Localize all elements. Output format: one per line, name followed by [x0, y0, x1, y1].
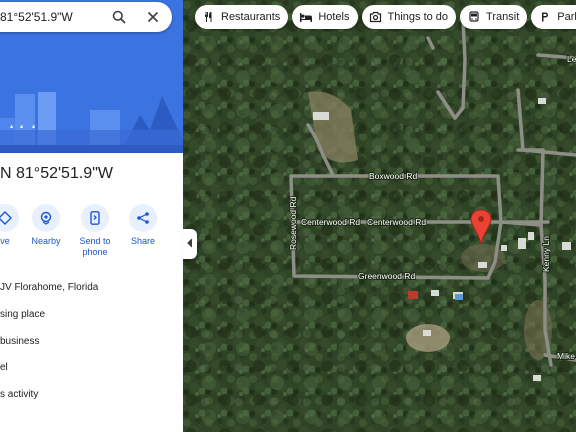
- satellite-map[interactable]: Boxwood Rd Centerwood Rd Centerwood Rd G…: [183, 0, 576, 432]
- action-label: ve: [0, 236, 10, 246]
- road-label-centerwood-west: Centerwood Rd: [301, 217, 360, 227]
- missing-place-row[interactable]: sing place: [0, 309, 45, 320]
- place-panel: 81°52'51.9"W N 81°52'51.9"W ve Nearby Se…: [0, 0, 183, 432]
- chip-label: Transit: [486, 11, 520, 23]
- road-label-rosewood: Rosewood Rd: [288, 196, 298, 250]
- chip-label: Parking: [557, 11, 576, 23]
- share-icon: [129, 204, 157, 232]
- search-box[interactable]: 81°52'51.9"W: [0, 2, 172, 32]
- share-button[interactable]: Share: [121, 204, 165, 247]
- chip-parking[interactable]: Parking: [531, 5, 576, 29]
- road-label-centerwood-east: Centerwood Rd: [367, 217, 426, 227]
- phone-icon: [81, 204, 109, 232]
- road-label-kenny: Kenny Ln: [541, 236, 551, 272]
- fork-knife-icon: [202, 10, 216, 24]
- business-row[interactable]: business: [0, 336, 39, 347]
- search-icon[interactable]: [109, 7, 129, 27]
- camera-icon: [369, 10, 383, 24]
- chevron-left-icon: [187, 235, 193, 253]
- place-title: N 81°52'51.9"W: [0, 165, 113, 182]
- category-chips: Restaurants Hotels Things to do Transit …: [195, 5, 576, 29]
- action-label: Share: [130, 236, 156, 246]
- label-row[interactable]: el: [0, 362, 8, 373]
- chip-transit[interactable]: Transit: [460, 5, 528, 29]
- activity-row[interactable]: s activity: [0, 389, 38, 400]
- nearby-icon: [32, 204, 60, 232]
- chip-restaurants[interactable]: Restaurants: [195, 5, 289, 29]
- road-label-le: Le: [567, 54, 576, 64]
- search-input[interactable]: 81°52'51.9"W: [0, 10, 73, 24]
- road-label-greenwood: Greenwood Rd: [358, 271, 415, 281]
- send-to-phone-button[interactable]: Send to phone: [73, 204, 117, 258]
- collapse-panel-button[interactable]: [183, 229, 197, 259]
- chip-things-to-do[interactable]: Things to do: [361, 5, 457, 29]
- road-label-boxwood: Boxwood Rd: [369, 171, 417, 181]
- bed-icon: [299, 10, 313, 24]
- chip-label: Things to do: [387, 11, 449, 23]
- action-label: Nearby: [31, 236, 61, 246]
- chip-label: Hotels: [318, 11, 350, 23]
- directions-button[interactable]: ve: [0, 204, 27, 247]
- action-label: Send to phone: [79, 236, 111, 257]
- chip-hotels[interactable]: Hotels: [292, 5, 358, 29]
- chip-label: Restaurants: [221, 11, 281, 23]
- directions-icon: [0, 204, 19, 232]
- nearby-button[interactable]: Nearby: [24, 204, 68, 247]
- address-row[interactable]: JV Florahome, Florida: [0, 282, 98, 293]
- map-imagery: Boxwood Rd Centerwood Rd Centerwood Rd G…: [183, 0, 576, 432]
- road-label-mike: Mike: [557, 351, 575, 361]
- close-icon[interactable]: [143, 7, 163, 27]
- parking-icon: [538, 10, 552, 24]
- bus-icon: [467, 10, 481, 24]
